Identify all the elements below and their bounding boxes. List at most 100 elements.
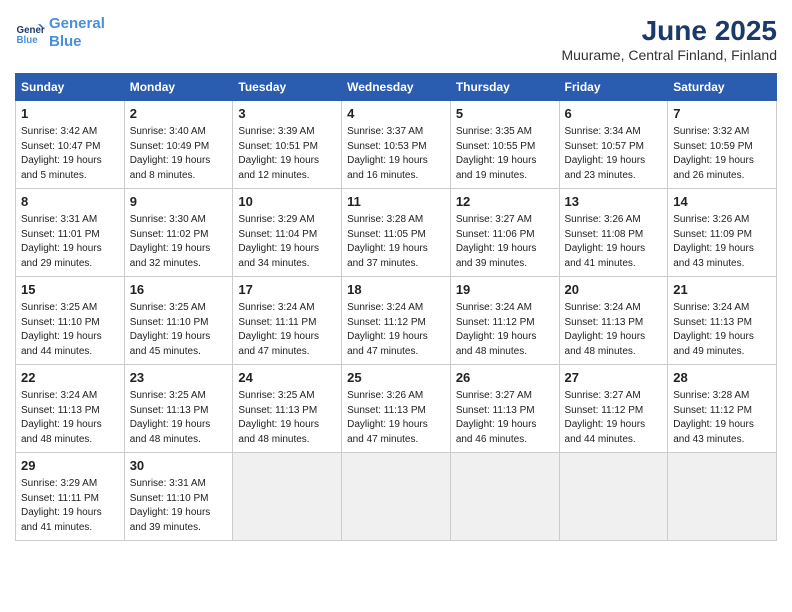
day-cell: 25 Sunrise: 3:26 AM Sunset: 11:13 PM Day… [342,365,451,453]
day-cell: 12 Sunrise: 3:27 AM Sunset: 11:06 PM Day… [450,189,559,277]
day-info: Sunrise: 3:40 AM Sunset: 10:49 PM Daylig… [130,125,228,183]
calendar-week: 29 Sunrise: 3:29 AM Sunset: 11:11 PM Day… [16,453,777,541]
day-cell: 13 Sunrise: 3:26 AM Sunset: 11:08 PM Day… [559,189,668,277]
day-number: 15 [21,281,119,299]
day-cell: 4 Sunrise: 3:37 AM Sunset: 10:53 PM Dayl… [342,101,451,189]
logo-general: General [49,15,105,32]
day-cell: 22 Sunrise: 3:24 AM Sunset: 11:13 PM Day… [16,365,125,453]
day-cell: 11 Sunrise: 3:28 AM Sunset: 11:05 PM Day… [342,189,451,277]
day-number: 6 [565,105,663,123]
calendar-title: June 2025 [561,15,777,47]
day-info: Sunrise: 3:32 AM Sunset: 10:59 PM Daylig… [673,125,771,183]
logo: General Blue General Blue [15,15,105,51]
day-number: 3 [238,105,336,123]
col-tuesday: Tuesday [233,74,342,101]
day-number: 18 [347,281,445,299]
day-info: Sunrise: 3:27 AM Sunset: 11:12 PM Daylig… [565,389,663,447]
day-number: 14 [673,193,771,211]
day-info: Sunrise: 3:37 AM Sunset: 10:53 PM Daylig… [347,125,445,183]
day-cell: 26 Sunrise: 3:27 AM Sunset: 11:13 PM Day… [450,365,559,453]
day-cell: 5 Sunrise: 3:35 AM Sunset: 10:55 PM Dayl… [450,101,559,189]
day-cell: 14 Sunrise: 3:26 AM Sunset: 11:09 PM Day… [668,189,777,277]
day-cell: 30 Sunrise: 3:31 AM Sunset: 11:10 PM Day… [124,453,233,541]
day-info: Sunrise: 3:34 AM Sunset: 10:57 PM Daylig… [565,125,663,183]
day-cell: 21 Sunrise: 3:24 AM Sunset: 11:13 PM Day… [668,277,777,365]
day-number: 11 [347,193,445,211]
day-number: 20 [565,281,663,299]
day-info: Sunrise: 3:24 AM Sunset: 11:12 PM Daylig… [456,301,554,359]
day-cell: 9 Sunrise: 3:30 AM Sunset: 11:02 PM Dayl… [124,189,233,277]
day-number: 29 [21,457,119,475]
day-info: Sunrise: 3:26 AM Sunset: 11:13 PM Daylig… [347,389,445,447]
day-number: 30 [130,457,228,475]
day-number: 16 [130,281,228,299]
day-number: 22 [21,369,119,387]
col-sunday: Sunday [16,74,125,101]
day-cell: 27 Sunrise: 3:27 AM Sunset: 11:12 PM Day… [559,365,668,453]
col-thursday: Thursday [450,74,559,101]
day-info: Sunrise: 3:27 AM Sunset: 11:06 PM Daylig… [456,213,554,271]
day-info: Sunrise: 3:25 AM Sunset: 11:13 PM Daylig… [130,389,228,447]
logo-blue: Blue [49,33,82,50]
day-cell: 2 Sunrise: 3:40 AM Sunset: 10:49 PM Dayl… [124,101,233,189]
day-number: 12 [456,193,554,211]
calendar-table: Sunday Monday Tuesday Wednesday Thursday… [15,73,777,541]
col-saturday: Saturday [668,74,777,101]
day-cell: 6 Sunrise: 3:34 AM Sunset: 10:57 PM Dayl… [559,101,668,189]
day-cell: 15 Sunrise: 3:25 AM Sunset: 11:10 PM Day… [16,277,125,365]
day-cell: 20 Sunrise: 3:24 AM Sunset: 11:13 PM Day… [559,277,668,365]
day-number: 13 [565,193,663,211]
calendar-week: 15 Sunrise: 3:25 AM Sunset: 11:10 PM Day… [16,277,777,365]
day-info: Sunrise: 3:35 AM Sunset: 10:55 PM Daylig… [456,125,554,183]
day-info: Sunrise: 3:29 AM Sunset: 11:04 PM Daylig… [238,213,336,271]
calendar-week: 1 Sunrise: 3:42 AM Sunset: 10:47 PM Dayl… [16,101,777,189]
day-cell: 1 Sunrise: 3:42 AM Sunset: 10:47 PM Dayl… [16,101,125,189]
day-info: Sunrise: 3:24 AM Sunset: 11:11 PM Daylig… [238,301,336,359]
day-cell: 17 Sunrise: 3:24 AM Sunset: 11:11 PM Day… [233,277,342,365]
calendar-subtitle: Muurame, Central Finland, Finland [561,47,777,63]
day-info: Sunrise: 3:27 AM Sunset: 11:13 PM Daylig… [456,389,554,447]
title-area: June 2025 Muurame, Central Finland, Finl… [561,15,777,63]
calendar-week: 8 Sunrise: 3:31 AM Sunset: 11:01 PM Dayl… [16,189,777,277]
empty-cell [559,453,668,541]
header-row: Sunday Monday Tuesday Wednesday Thursday… [16,74,777,101]
svg-text:Blue: Blue [17,35,39,46]
day-number: 24 [238,369,336,387]
day-info: Sunrise: 3:31 AM Sunset: 11:10 PM Daylig… [130,477,228,535]
day-number: 23 [130,369,228,387]
day-number: 28 [673,369,771,387]
day-info: Sunrise: 3:25 AM Sunset: 11:10 PM Daylig… [21,301,119,359]
day-info: Sunrise: 3:24 AM Sunset: 11:12 PM Daylig… [347,301,445,359]
day-number: 2 [130,105,228,123]
day-info: Sunrise: 3:26 AM Sunset: 11:08 PM Daylig… [565,213,663,271]
empty-cell [450,453,559,541]
day-cell: 19 Sunrise: 3:24 AM Sunset: 11:12 PM Day… [450,277,559,365]
day-number: 1 [21,105,119,123]
day-number: 26 [456,369,554,387]
day-number: 9 [130,193,228,211]
day-info: Sunrise: 3:31 AM Sunset: 11:01 PM Daylig… [21,213,119,271]
header: General Blue General Blue June 2025 Muur… [15,15,777,63]
logo-text: General Blue [49,15,105,51]
empty-cell [233,453,342,541]
day-number: 21 [673,281,771,299]
calendar-week: 22 Sunrise: 3:24 AM Sunset: 11:13 PM Day… [16,365,777,453]
day-number: 5 [456,105,554,123]
day-number: 27 [565,369,663,387]
empty-cell [668,453,777,541]
day-cell: 8 Sunrise: 3:31 AM Sunset: 11:01 PM Dayl… [16,189,125,277]
day-number: 8 [21,193,119,211]
col-wednesday: Wednesday [342,74,451,101]
day-cell: 23 Sunrise: 3:25 AM Sunset: 11:13 PM Day… [124,365,233,453]
day-cell: 18 Sunrise: 3:24 AM Sunset: 11:12 PM Day… [342,277,451,365]
day-number: 17 [238,281,336,299]
day-info: Sunrise: 3:26 AM Sunset: 11:09 PM Daylig… [673,213,771,271]
day-number: 7 [673,105,771,123]
day-info: Sunrise: 3:25 AM Sunset: 11:10 PM Daylig… [130,301,228,359]
day-info: Sunrise: 3:28 AM Sunset: 11:05 PM Daylig… [347,213,445,271]
day-info: Sunrise: 3:29 AM Sunset: 11:11 PM Daylig… [21,477,119,535]
day-cell: 10 Sunrise: 3:29 AM Sunset: 11:04 PM Day… [233,189,342,277]
day-cell: 7 Sunrise: 3:32 AM Sunset: 10:59 PM Dayl… [668,101,777,189]
day-cell: 24 Sunrise: 3:25 AM Sunset: 11:13 PM Day… [233,365,342,453]
day-info: Sunrise: 3:30 AM Sunset: 11:02 PM Daylig… [130,213,228,271]
